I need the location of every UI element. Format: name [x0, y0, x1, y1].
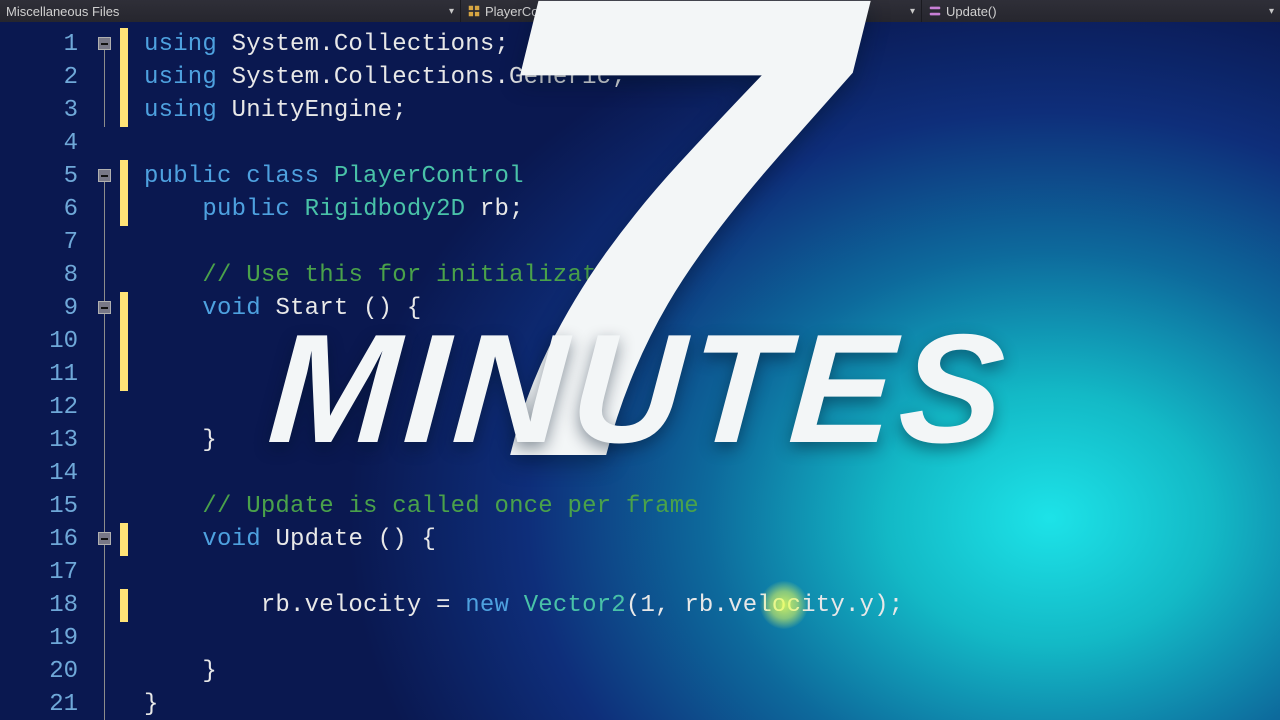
modified-indicator	[120, 28, 128, 127]
code-line[interactable]	[144, 226, 1280, 259]
code-line[interactable]	[144, 127, 1280, 160]
code-line[interactable]	[144, 358, 1280, 391]
line-number: 14	[0, 457, 78, 490]
fold-toggle[interactable]	[98, 301, 111, 314]
line-number: 12	[0, 391, 78, 424]
modified-indicator	[120, 523, 128, 556]
code-line[interactable]: using UnityEngine;	[144, 94, 1280, 127]
breadcrumb-scope[interactable]: Miscellaneous Files ▾	[0, 0, 460, 22]
line-number: 8	[0, 259, 78, 292]
code-line[interactable]: void Update () {	[144, 523, 1280, 556]
code-line[interactable]: public class PlayerControl	[144, 160, 1280, 193]
code-line[interactable]: // Update is called once per frame	[144, 490, 1280, 523]
method-icon	[928, 4, 942, 18]
line-number: 16	[0, 523, 78, 556]
code-line[interactable]	[144, 457, 1280, 490]
modified-indicator	[120, 292, 128, 391]
modified-indicator	[120, 160, 128, 226]
line-number: 10	[0, 325, 78, 358]
code-line[interactable]: }	[144, 424, 1280, 457]
code-line[interactable]	[144, 391, 1280, 424]
line-number: 11	[0, 358, 78, 391]
code-line[interactable]	[144, 622, 1280, 655]
line-number: 19	[0, 622, 78, 655]
code-line[interactable]: using System.Collections.Generic;	[144, 61, 1280, 94]
line-number: 20	[0, 655, 78, 688]
line-number: 13	[0, 424, 78, 457]
code-line[interactable]: using System.Collections;	[144, 28, 1280, 61]
fold-toggle[interactable]	[98, 37, 111, 50]
breadcrumb-member[interactable]: Update() ▾	[922, 0, 1280, 22]
line-number: 4	[0, 127, 78, 160]
fold-column	[88, 22, 136, 720]
chevron-down-icon: ▾	[449, 6, 454, 17]
code-editor[interactable]: 123456789101112131415161718192021 using …	[0, 22, 1280, 720]
breadcrumb-scope-label: Miscellaneous Files	[6, 4, 119, 19]
line-number: 9	[0, 292, 78, 325]
line-number: 5	[0, 160, 78, 193]
code-line[interactable]: rb.velocity = new Vector2(1, rb.velocity…	[144, 589, 1280, 622]
fold-toggle[interactable]	[98, 169, 111, 182]
breadcrumb-class[interactable]: PlayerControls ▾	[461, 0, 921, 22]
line-number: 7	[0, 226, 78, 259]
code-line[interactable]: }	[144, 655, 1280, 688]
line-number: 17	[0, 556, 78, 589]
app-root: Miscellaneous Files ▾ PlayerControls ▾ U…	[0, 0, 1280, 720]
code-line[interactable]: public Rigidbody2D rb;	[144, 193, 1280, 226]
chevron-down-icon: ▾	[910, 6, 915, 17]
code-line[interactable]	[144, 325, 1280, 358]
code-area[interactable]: using System.Collections;using System.Co…	[136, 22, 1280, 720]
line-number: 3	[0, 94, 78, 127]
breadcrumb-bar: Miscellaneous Files ▾ PlayerControls ▾ U…	[0, 0, 1280, 22]
line-number: 21	[0, 688, 78, 720]
chevron-down-icon: ▾	[1269, 6, 1274, 17]
line-number: 18	[0, 589, 78, 622]
code-line[interactable]: // Use this for initialization	[144, 259, 1280, 292]
code-line[interactable]: }	[144, 688, 1280, 720]
modified-indicator	[120, 589, 128, 622]
class-icon	[467, 4, 481, 18]
line-number: 15	[0, 490, 78, 523]
fold-toggle[interactable]	[98, 532, 111, 545]
line-number: 6	[0, 193, 78, 226]
code-line[interactable]: void Start () {	[144, 292, 1280, 325]
line-number: 2	[0, 61, 78, 94]
code-line[interactable]	[144, 556, 1280, 589]
breadcrumb-member-label: Update()	[946, 4, 997, 19]
breadcrumb-class-label: PlayerControls	[485, 4, 570, 19]
line-number: 1	[0, 28, 78, 61]
line-number-gutter: 123456789101112131415161718192021	[0, 22, 88, 720]
